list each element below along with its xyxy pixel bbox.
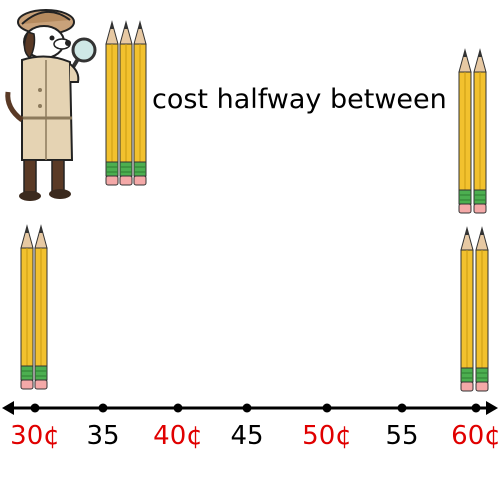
tick-mark: [98, 403, 108, 413]
left-arrow-icon: [2, 401, 14, 415]
tick-label: 55: [385, 421, 419, 451]
tick-mark: [173, 403, 183, 413]
tick-mark: [322, 403, 332, 413]
tick-mark: [30, 403, 40, 413]
pencil-group-bottom-left: [20, 225, 48, 390]
tick-label: 30¢: [10, 421, 60, 451]
caption: cost halfway between: [152, 84, 447, 115]
tick-label: 45: [230, 421, 264, 451]
pencil-group-bottom-right: [460, 227, 489, 392]
pencil-group-top-middle: [105, 21, 147, 186]
tick-mark: [471, 403, 481, 413]
pencil-group-top-right: [458, 49, 487, 214]
tick-label: 50¢: [302, 421, 352, 451]
right-arrow-icon: [486, 401, 498, 415]
tick-mark: [397, 403, 407, 413]
number-line: [2, 401, 498, 415]
tick-mark: [242, 403, 252, 413]
tick-label: 35: [86, 421, 120, 451]
tick-label: 40¢: [153, 421, 203, 451]
detective-dog-with-magnifying-glass-icon: [5, 9, 97, 201]
tick-label: 60¢: [451, 421, 500, 451]
